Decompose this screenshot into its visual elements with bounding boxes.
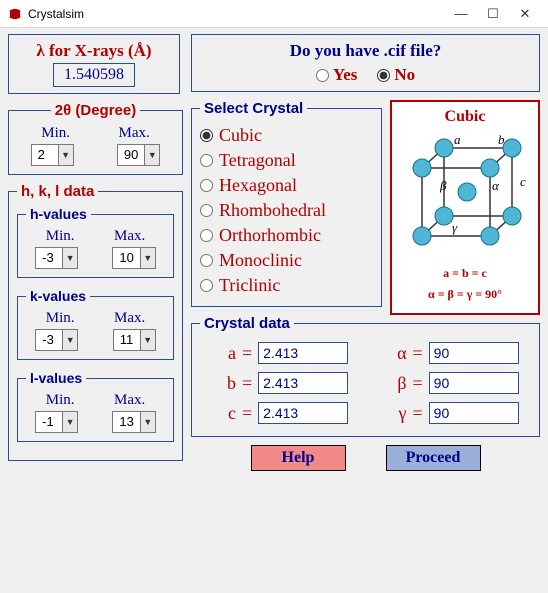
chevron-down-icon[interactable]: ▼: [140, 330, 155, 350]
svg-text:c: c: [520, 174, 526, 189]
cif-yes-radio[interactable]: Yes: [316, 65, 358, 85]
crystal-option-hexagonal[interactable]: Hexagonal: [200, 173, 373, 198]
crystal-option-monoclinic[interactable]: Monoclinic: [200, 248, 373, 273]
chevron-down-icon[interactable]: ▼: [140, 412, 155, 432]
chevron-down-icon[interactable]: ▼: [62, 330, 77, 350]
crystal-data-group: Crystal data a= α= b= β= c= γ=: [191, 315, 540, 437]
two-theta-group: 2θ (Degree) Min. Max. 2▼ 90▼: [8, 102, 183, 175]
two-theta-label: 2θ (Degree): [51, 102, 140, 119]
titlebar: Crystalsim — ☐ ✕: [0, 0, 548, 28]
crystal-option-tetragonal[interactable]: Tetragonal: [200, 148, 373, 173]
beta-input[interactable]: [429, 372, 519, 394]
cif-box: Do you have .cif file? Yes No: [191, 34, 540, 92]
crystal-option-cubic[interactable]: Cubic: [200, 123, 373, 148]
two-theta-min-label: Min.: [41, 125, 70, 142]
k-min-spinner[interactable]: -3▼: [35, 329, 78, 351]
b-input[interactable]: [258, 372, 348, 394]
svg-text:γ: γ: [452, 220, 458, 235]
k-values-group: k-values Min.Max. -3▼ 11▼: [17, 288, 174, 360]
crystal-diagram: Cubic a b: [390, 100, 540, 315]
select-crystal-group: Select Crystal Cubic Tetragonal Hexagona…: [191, 100, 382, 307]
h-max-spinner[interactable]: 10▼: [112, 247, 155, 269]
svg-text:b: b: [498, 132, 505, 147]
a-input[interactable]: [258, 342, 348, 364]
close-button[interactable]: ✕: [510, 6, 540, 22]
svg-text:α: α: [492, 178, 500, 193]
two-theta-max-label: Max.: [118, 125, 149, 142]
lambda-label: λ for X-rays (Å): [15, 41, 173, 61]
cif-question: Do you have .cif file?: [198, 41, 533, 61]
proceed-button[interactable]: Proceed: [386, 445, 481, 471]
window-title: Crystalsim: [28, 7, 84, 21]
gamma-input[interactable]: [429, 402, 519, 424]
k-max-spinner[interactable]: 11▼: [113, 329, 156, 351]
two-theta-max-spinner[interactable]: 90▼: [117, 144, 160, 166]
svg-text:β: β: [439, 178, 447, 193]
l-max-spinner[interactable]: 13▼: [112, 411, 155, 433]
cif-no-radio[interactable]: No: [377, 65, 415, 85]
minimize-button[interactable]: —: [446, 6, 476, 22]
crystal-option-rhombohedral[interactable]: Rhombohedral: [200, 198, 373, 223]
two-theta-min-spinner[interactable]: 2▼: [31, 144, 74, 166]
cubic-diagram-icon: a b c β α γ: [400, 128, 530, 258]
h-values-group: h-values Min.Max. -3▼ 10▼: [17, 206, 174, 278]
hkl-group: h, k, l data h-values Min.Max. -3▼ 10▼ k…: [8, 183, 183, 461]
maximize-button[interactable]: ☐: [478, 6, 508, 22]
l-min-spinner[interactable]: -1▼: [35, 411, 78, 433]
crystal-option-orthorhombic[interactable]: Orthorhombic: [200, 223, 373, 248]
chevron-down-icon[interactable]: ▼: [140, 248, 155, 268]
lambda-box: λ for X-rays (Å) 1.540598: [8, 34, 180, 94]
crystal-option-triclinic[interactable]: Triclinic: [200, 273, 373, 298]
alpha-input[interactable]: [429, 342, 519, 364]
lambda-value[interactable]: 1.540598: [53, 63, 135, 87]
chevron-down-icon[interactable]: ▼: [58, 145, 73, 165]
chevron-down-icon[interactable]: ▼: [62, 412, 77, 432]
help-button[interactable]: Help: [251, 445, 346, 471]
h-min-spinner[interactable]: -3▼: [35, 247, 78, 269]
l-values-group: l-values Min.Max. -1▼ 13▼: [17, 370, 174, 442]
app-icon: [8, 7, 22, 21]
chevron-down-icon[interactable]: ▼: [144, 145, 159, 165]
svg-text:a: a: [454, 132, 461, 147]
chevron-down-icon[interactable]: ▼: [62, 248, 77, 268]
c-input[interactable]: [258, 402, 348, 424]
hkl-title: h, k, l data: [17, 183, 98, 200]
